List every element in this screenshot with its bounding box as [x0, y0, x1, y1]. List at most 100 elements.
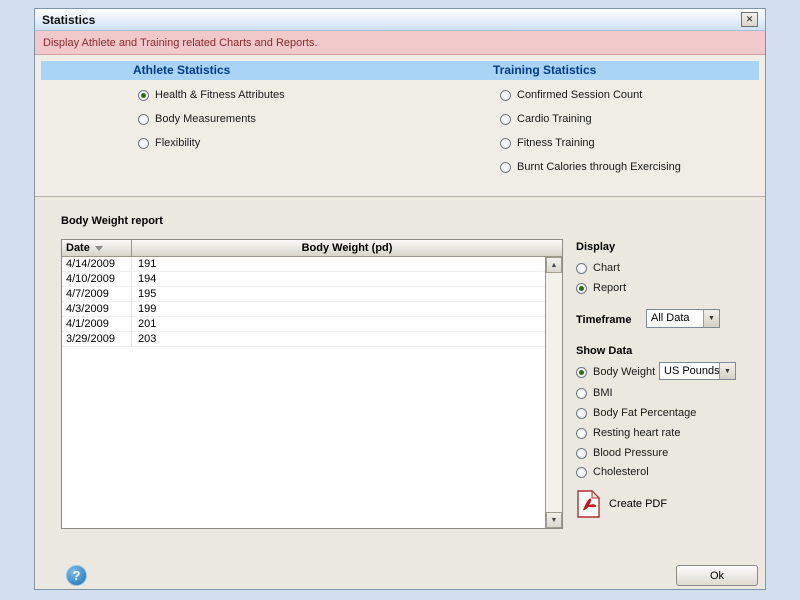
radio-body-measurements[interactable]: Body Measurements [138, 112, 256, 126]
radio-confirmed-session-count[interactable]: Confirmed Session Count [500, 88, 642, 102]
scroll-up-button[interactable]: ▲ [546, 257, 562, 273]
weight-cell: 201 [132, 317, 156, 331]
radio-cholesterol[interactable]: Cholesterol [576, 465, 649, 479]
radio-health-fitness-attributes[interactable]: Health & Fitness Attributes [138, 88, 285, 102]
column-header-band: Athlete Statistics Training Statistics [41, 61, 759, 80]
table-header-row: Date Body Weight (pd) [62, 240, 562, 257]
display-section-title: Display [576, 241, 615, 253]
report-title: Body Weight report [61, 215, 163, 227]
radio-label: Cholesterol [593, 466, 649, 478]
table-body: 4/14/2009 191 4/10/2009 194 4/7/2009 195… [62, 257, 562, 528]
weight-cell: 195 [132, 287, 156, 301]
help-icon: ? [73, 568, 81, 583]
ok-button[interactable]: Ok [676, 565, 758, 586]
weight-cell: 203 [132, 332, 156, 346]
date-cell: 3/29/2009 [62, 332, 132, 346]
table-row[interactable]: 4/14/2009 191 [62, 257, 545, 272]
radio-bmi[interactable]: BMI [576, 386, 613, 400]
athlete-statistics-header: Athlete Statistics [133, 63, 230, 77]
radio-label: Blood Pressure [593, 447, 668, 459]
radio-icon [500, 90, 511, 101]
radio-chart[interactable]: Chart [576, 261, 620, 275]
radio-burnt-calories[interactable]: Burnt Calories through Exercising [500, 160, 681, 174]
title-bar[interactable]: Statistics ✕ [35, 9, 765, 31]
radio-label: Burnt Calories through Exercising [517, 161, 681, 173]
weight-cell: 199 [132, 302, 156, 316]
show-data-section-title: Show Data [576, 345, 632, 357]
info-banner: Display Athlete and Training related Cha… [35, 31, 765, 55]
radio-label: Chart [593, 262, 620, 274]
table-rows: 4/14/2009 191 4/10/2009 194 4/7/2009 195… [62, 257, 545, 528]
radio-icon [576, 467, 587, 478]
sort-descending-icon [95, 246, 103, 251]
radio-icon [500, 114, 511, 125]
date-column-label: Date [66, 242, 90, 254]
radio-label: Confirmed Session Count [517, 89, 642, 101]
radio-label: Body Weight [593, 366, 655, 378]
radio-resting-heart-rate[interactable]: Resting heart rate [576, 426, 680, 440]
timeframe-select[interactable]: All Data ▼ [646, 309, 720, 328]
radio-icon [576, 263, 587, 274]
date-cell: 4/1/2009 [62, 317, 132, 331]
table-row[interactable]: 4/3/2009 199 [62, 302, 545, 317]
info-banner-text: Display Athlete and Training related Cha… [43, 37, 318, 49]
statistics-dialog: Statistics ✕ Display Athlete and Trainin… [34, 8, 766, 590]
date-cell: 4/3/2009 [62, 302, 132, 316]
radio-label: Report [593, 282, 626, 294]
radio-icon [138, 138, 149, 149]
date-column-header[interactable]: Date [62, 240, 132, 256]
scroll-down-button[interactable]: ▼ [546, 512, 562, 528]
radio-icon [576, 388, 587, 399]
weight-cell: 191 [132, 257, 156, 271]
radio-body-fat-percentage[interactable]: Body Fat Percentage [576, 406, 696, 420]
help-button[interactable]: ? [66, 565, 87, 586]
date-cell: 4/7/2009 [62, 287, 132, 301]
radio-label: Cardio Training [517, 113, 592, 125]
radio-cardio-training[interactable]: Cardio Training [500, 112, 592, 126]
radio-label: Body Fat Percentage [593, 407, 696, 419]
ok-button-label: Ok [710, 570, 724, 582]
date-cell: 4/10/2009 [62, 272, 132, 286]
radio-blood-pressure[interactable]: Blood Pressure [576, 446, 668, 460]
dropdown-arrow-icon: ▼ [703, 310, 719, 327]
vertical-scrollbar[interactable]: ▲ ▼ [545, 257, 562, 528]
radio-label: Resting heart rate [593, 427, 680, 439]
timeframe-value: All Data [647, 310, 703, 327]
statistics-type-panel: Athlete Statistics Training Statistics H… [35, 55, 765, 197]
body-weight-column-header[interactable]: Body Weight (pd) [132, 240, 562, 256]
table-row[interactable]: 3/29/2009 203 [62, 332, 545, 347]
radio-icon [576, 408, 587, 419]
table-row[interactable]: 4/7/2009 195 [62, 287, 545, 302]
radio-fitness-training[interactable]: Fitness Training [500, 136, 595, 150]
create-pdf-button[interactable]: Create PDF [576, 490, 667, 518]
radio-icon [138, 90, 149, 101]
radio-label: Flexibility [155, 137, 200, 149]
radio-icon [500, 162, 511, 173]
date-cell: 4/14/2009 [62, 257, 132, 271]
unit-value: US Pounds [660, 363, 719, 379]
dropdown-arrow-icon: ▼ [719, 363, 735, 379]
window-title: Statistics [42, 13, 95, 27]
create-pdf-label: Create PDF [609, 498, 667, 510]
table-row[interactable]: 4/1/2009 201 [62, 317, 545, 332]
radio-icon [138, 114, 149, 125]
radio-icon [576, 367, 587, 378]
radio-report[interactable]: Report [576, 281, 626, 295]
radio-flexibility[interactable]: Flexibility [138, 136, 200, 150]
radio-label: Health & Fitness Attributes [155, 89, 285, 101]
radio-icon [576, 428, 587, 439]
radio-label: Body Measurements [155, 113, 256, 125]
pdf-icon [576, 490, 601, 518]
radio-label: BMI [593, 387, 613, 399]
table-row[interactable]: 4/10/2009 194 [62, 272, 545, 287]
radio-label: Fitness Training [517, 137, 595, 149]
radio-icon [500, 138, 511, 149]
desktop-background: Statistics ✕ Display Athlete and Trainin… [0, 0, 800, 600]
body-weight-column-label: Body Weight (pd) [302, 242, 393, 254]
timeframe-label: Timeframe [576, 314, 631, 326]
weight-cell: 194 [132, 272, 156, 286]
unit-select[interactable]: US Pounds ▼ [659, 362, 736, 380]
radio-body-weight[interactable]: Body Weight [576, 365, 655, 379]
training-statistics-header: Training Statistics [493, 63, 596, 77]
close-button[interactable]: ✕ [741, 12, 758, 27]
